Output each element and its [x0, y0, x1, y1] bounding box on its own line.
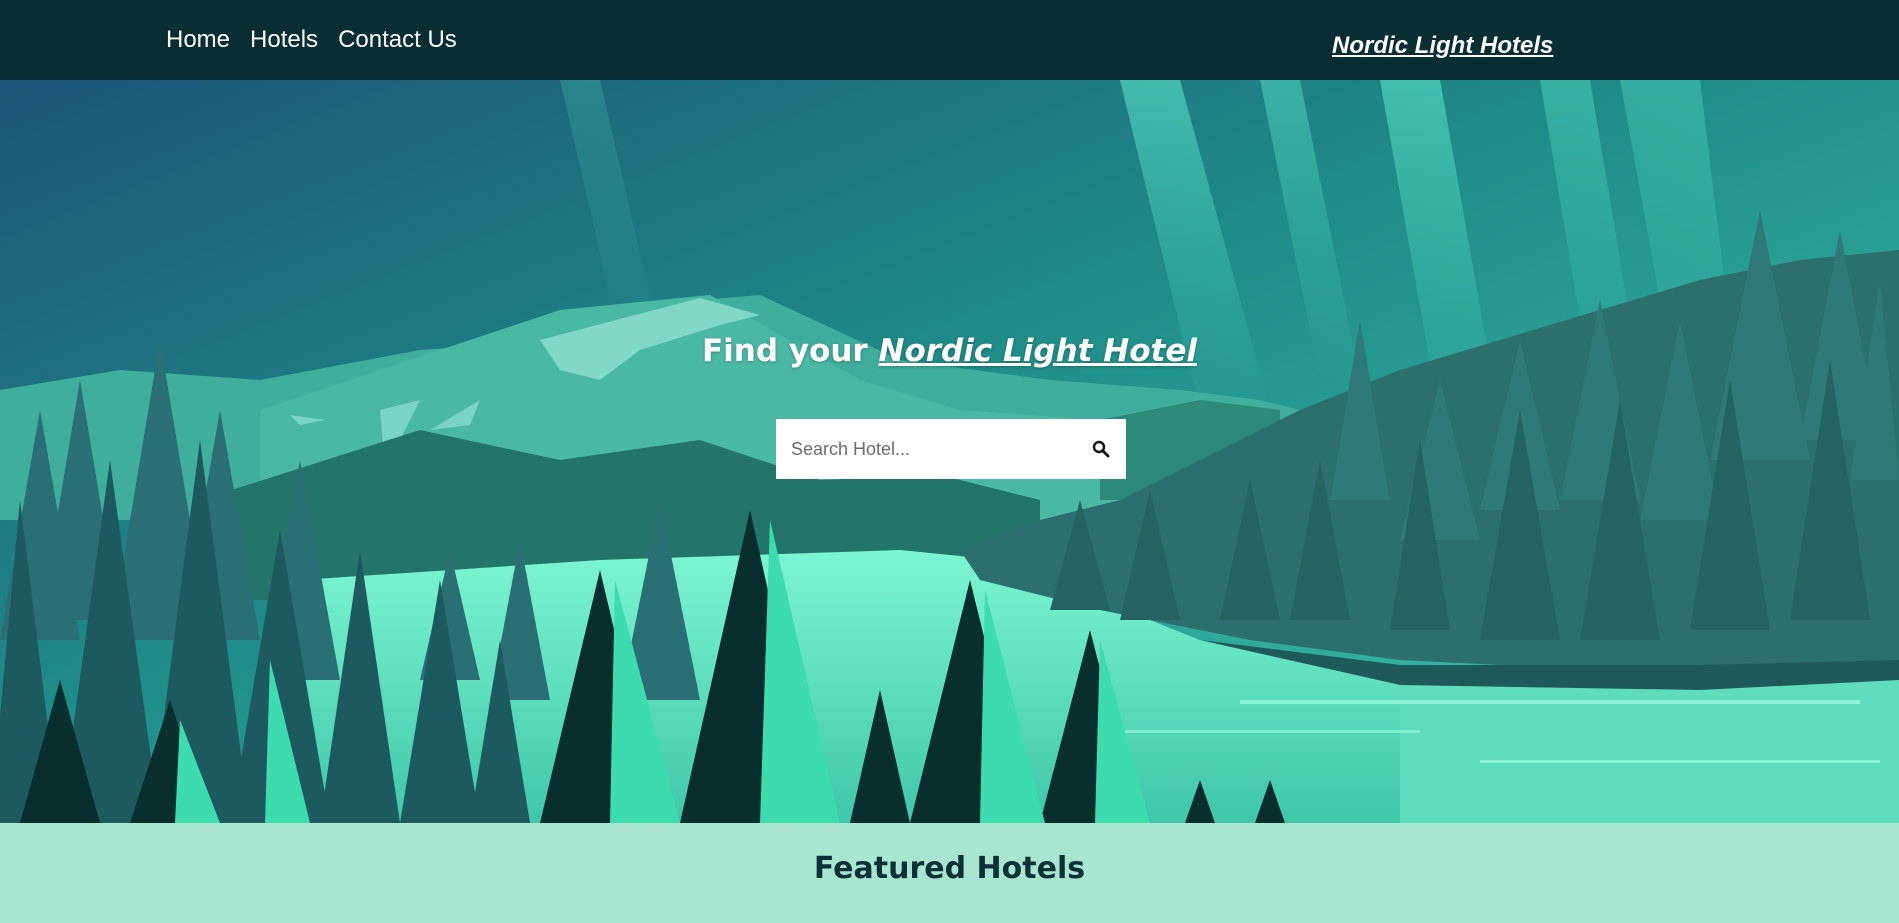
hotel-search-box	[776, 419, 1126, 479]
nav-link-contact[interactable]: Contact Us	[338, 26, 457, 54]
hero-title-accent: Nordic Light Hotel	[878, 333, 1197, 369]
hero-section: Find your Nordic Light Hotel	[0, 80, 1899, 823]
hero-title: Find your Nordic Light Hotel	[0, 333, 1899, 369]
nav-link-home[interactable]: Home	[166, 26, 230, 54]
hotel-search-input[interactable]	[776, 419, 1076, 479]
search-icon	[1092, 440, 1110, 458]
featured-hotels-heading: Featured Hotels	[813, 851, 1086, 886]
nav-links: Home Hotels Contact Us	[166, 26, 457, 54]
featured-section: Featured Hotels	[0, 823, 1899, 923]
hero-title-prefix: Find your	[702, 333, 879, 369]
nav-link-hotels[interactable]: Hotels	[250, 26, 318, 54]
search-button[interactable]	[1076, 419, 1126, 479]
top-nav: Home Hotels Contact Us Nordic Light Hote…	[0, 0, 1899, 80]
brand-logo-link[interactable]: Nordic Light Hotels	[1332, 32, 1553, 60]
